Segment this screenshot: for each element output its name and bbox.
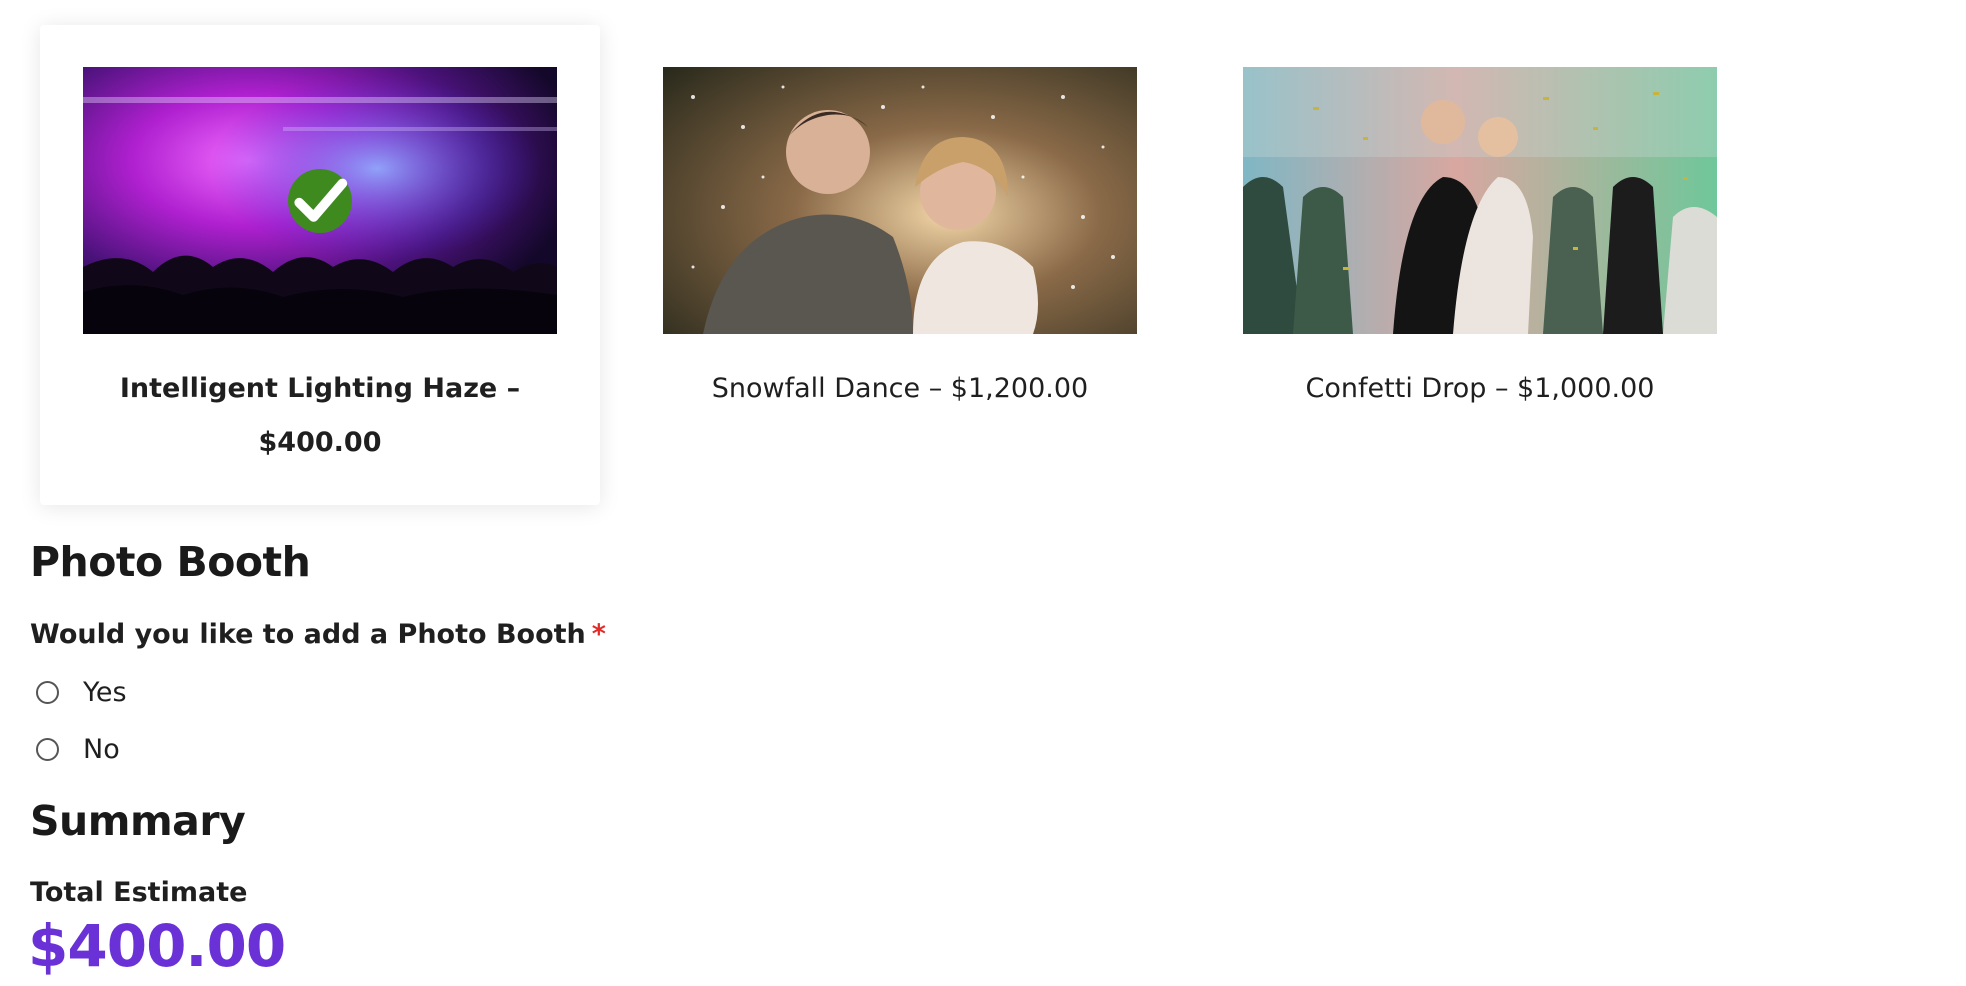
confetti-dance-photo-icon	[1243, 67, 1717, 334]
total-estimate-value: $400.00	[28, 912, 286, 980]
option-image-lighting-haze	[83, 67, 557, 334]
radio-no[interactable]	[36, 738, 59, 761]
effects-options: Intelligent Lighting Haze – $400.00 Snow…	[40, 25, 1780, 505]
photo-booth-question-text: Would you like to add a Photo Booth	[30, 619, 586, 650]
option-card-lighting-haze[interactable]: Intelligent Lighting Haze – $400.00	[40, 25, 600, 505]
radio-yes[interactable]	[36, 681, 59, 704]
total-estimate-label: Total Estimate	[30, 877, 248, 908]
option-label: Confetti Drop – $1,000.00	[1305, 373, 1655, 404]
summary-heading: Summary	[30, 797, 246, 845]
option-card-snowfall-dance[interactable]: Snowfall Dance – $1,200.00	[620, 25, 1180, 505]
option-label: Intelligent Lighting Haze – $400.00	[119, 373, 521, 458]
couple-snowfall-photo-icon	[663, 67, 1137, 334]
photo-booth-option-no[interactable]: No	[36, 734, 120, 765]
option-card-confetti-drop[interactable]: Confetti Drop – $1,000.00	[1200, 25, 1760, 505]
photo-booth-question: Would you like to add a Photo Booth *	[30, 619, 606, 650]
selected-check-icon	[288, 168, 352, 233]
photo-booth-heading: Photo Booth	[30, 538, 311, 586]
photo-booth-option-yes[interactable]: Yes	[36, 677, 127, 708]
option-image-snowfall-dance	[663, 67, 1137, 334]
radio-yes-label[interactable]: Yes	[83, 677, 127, 708]
option-label: Snowfall Dance – $1,200.00	[711, 373, 1089, 404]
option-image-confetti-drop	[1243, 67, 1717, 334]
estimate-form: Intelligent Lighting Haze – $400.00 Snow…	[0, 0, 1966, 986]
required-mark: *	[591, 619, 606, 650]
radio-no-label[interactable]: No	[83, 734, 120, 765]
